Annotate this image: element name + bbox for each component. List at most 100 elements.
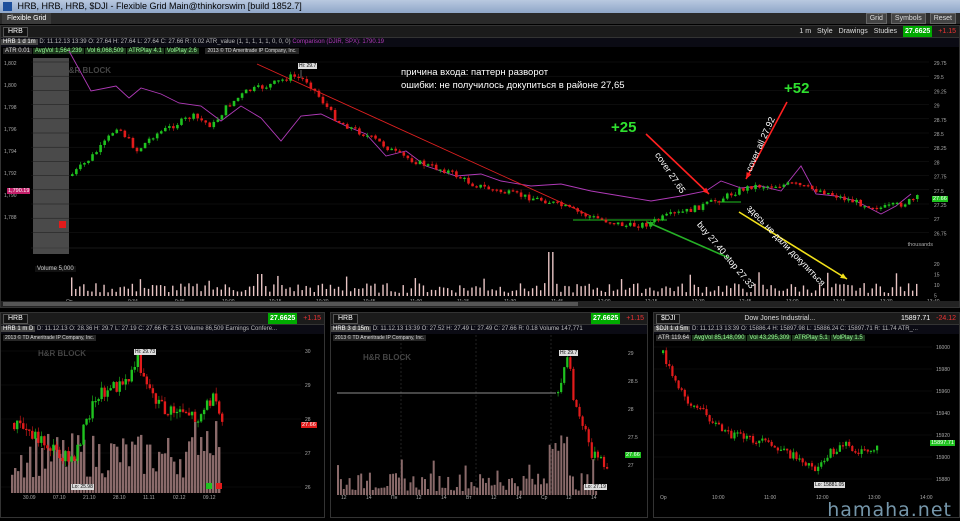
candle-body (151, 388, 155, 394)
candle-body (580, 211, 584, 214)
p2-volume-bar (339, 479, 342, 495)
candle-body (606, 466, 609, 469)
candle-body (265, 87, 268, 89)
candle-body (686, 396, 690, 404)
volume-bar (467, 290, 469, 296)
p2-volume-bar (435, 490, 438, 495)
volume-bar (390, 291, 392, 296)
candle-body (313, 88, 317, 91)
grid-button[interactable]: Grid (865, 13, 887, 24)
volume-bar (705, 286, 708, 296)
candle-body (802, 185, 806, 187)
volume-bar (487, 290, 489, 296)
candle-body (653, 219, 656, 223)
candle-body (736, 432, 739, 434)
volume-bar (531, 288, 534, 296)
volume-bar (693, 284, 696, 296)
candle-body (202, 409, 206, 415)
candle-body (406, 155, 410, 159)
reset-button[interactable]: Reset (929, 13, 956, 24)
candle-body (590, 442, 593, 458)
p2-volume-bar (540, 484, 542, 495)
candle-body (503, 192, 507, 194)
candle-body (863, 206, 867, 208)
volume-bar (349, 291, 352, 296)
p2-time-axis: 14 (366, 495, 372, 501)
volume-bar (552, 252, 554, 296)
candle-body (761, 438, 764, 441)
p2-volume-bar (447, 476, 450, 495)
p2-volume-bar (389, 474, 392, 495)
candle-body (599, 456, 603, 459)
panel1-chart-canvas[interactable]: 302928272630.09 07.10 21.10 28.10 11.11 02.12… (1, 313, 324, 517)
candle-body (604, 219, 608, 223)
volume-bar (305, 285, 307, 296)
p2-volume-bar (516, 486, 519, 495)
candle-body (192, 113, 195, 119)
candle-body (592, 216, 596, 218)
candle-body (563, 367, 566, 383)
candle-body (531, 198, 535, 201)
p2-volume-bar (511, 478, 513, 495)
p2-volume-bar (412, 476, 415, 495)
candle-body (774, 186, 778, 188)
p1-volume-bar (167, 437, 170, 493)
main-scrollbar[interactable] (1, 301, 959, 307)
candle-body (345, 124, 349, 129)
p2-volume-bar (479, 474, 482, 495)
p2-time-axis: 14 (441, 495, 447, 501)
tab-flexible-grid[interactable]: Flexible Grid (2, 13, 52, 24)
candle-body (730, 193, 733, 196)
candle-body (724, 430, 727, 432)
candle-body (289, 74, 292, 81)
candle-body (123, 130, 127, 138)
volume-bar (491, 289, 493, 296)
window-titlebar: HRB, HRB, HRB, $DJI - Flexible Grid Main… (0, 0, 960, 13)
candle-body (762, 187, 765, 189)
candle-body (115, 382, 118, 392)
volume-bar (721, 291, 724, 296)
candle-body (398, 150, 402, 153)
candle-body (871, 207, 875, 210)
candle-body (172, 126, 175, 129)
p1-volume-bar (32, 477, 35, 493)
candle-body (673, 212, 677, 214)
panel1-high-tag: Hi: 29.73 (134, 349, 157, 355)
candle-body (798, 458, 801, 460)
candle-body (721, 198, 725, 202)
candle-body (556, 201, 559, 203)
symbols-button[interactable]: Symbols (890, 13, 926, 24)
candle-body (758, 184, 761, 188)
candle-body (702, 407, 705, 410)
candle-body (851, 199, 854, 203)
scroll-thumb[interactable] (3, 302, 578, 306)
candle-body (612, 223, 616, 225)
volume-bar (455, 292, 457, 296)
volume-bar (75, 288, 77, 296)
candle-body (641, 222, 644, 228)
candle-body (224, 105, 228, 116)
volume-bar (653, 290, 655, 296)
volume-bar (115, 291, 117, 296)
candle-body (309, 82, 313, 89)
candle-body (854, 451, 857, 453)
p1-volume-bar (134, 444, 137, 493)
p2-volume-bar (426, 489, 429, 495)
volume-bar (325, 288, 328, 296)
candle-body (422, 160, 426, 166)
candle-body (876, 445, 879, 451)
candle-body (616, 222, 620, 225)
candle-body (370, 135, 373, 137)
volume-bar (661, 288, 663, 296)
p2-price-axis: 27.5 (628, 435, 638, 441)
volume-bar (770, 285, 772, 296)
volume-bar (151, 284, 154, 296)
p2-volume-bar (525, 478, 528, 495)
volume-bar (261, 274, 263, 296)
app-icon (3, 2, 12, 11)
candle-body (211, 393, 215, 406)
candle-body (204, 120, 208, 123)
panel3-chart-canvas[interactable]: 16000 15980 15960 15940 15920 15900 15880 Op 10:… (654, 313, 959, 517)
p2-time-axis: Ср (541, 495, 548, 501)
candle-body (118, 381, 121, 392)
